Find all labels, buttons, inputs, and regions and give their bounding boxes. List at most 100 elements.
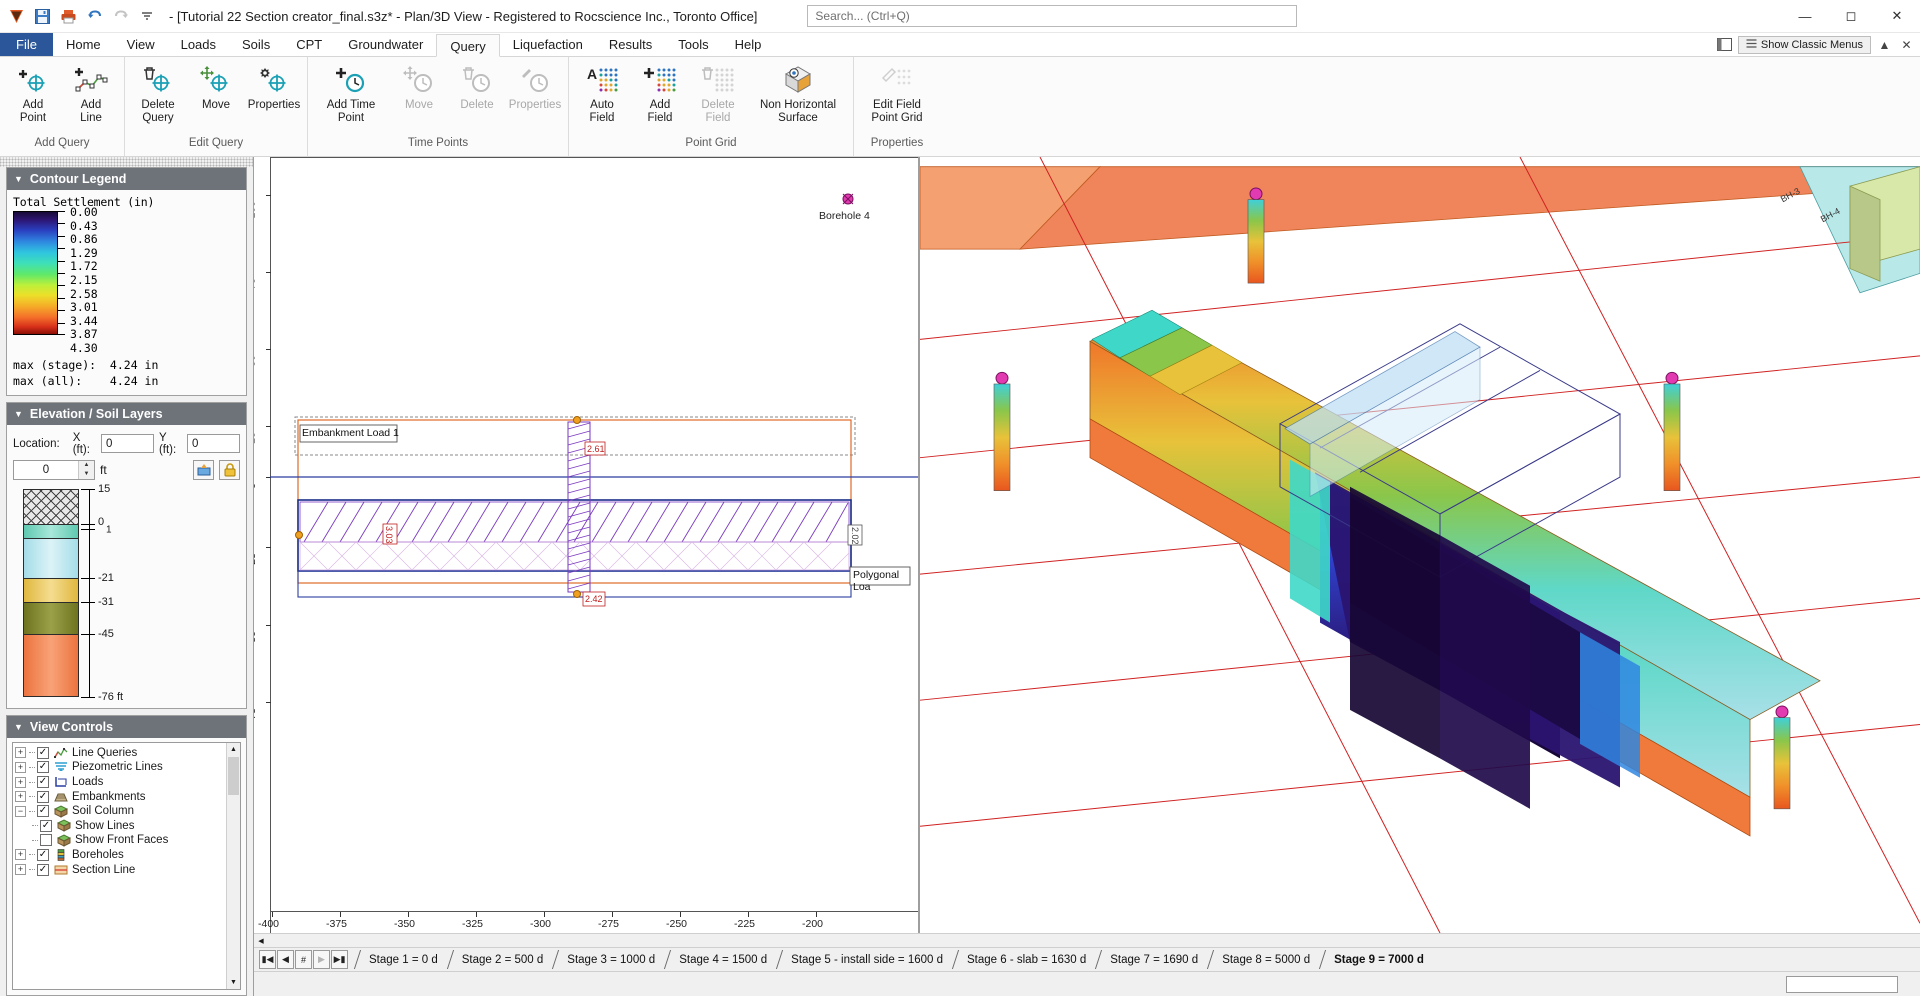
add-field-button[interactable]: AddField [631,61,689,126]
expand-icon[interactable]: + [15,762,26,773]
undo-icon[interactable] [85,7,104,26]
stage-tab-5[interactable]: Stage 5 - install side = 1600 d [777,950,953,969]
tab-loads[interactable]: Loads [168,33,229,56]
view-controls-header[interactable]: ▼ View Controls [7,716,246,738]
stage-tab-3[interactable]: Stage 3 = 1000 d [553,950,665,969]
tree-scrollbar[interactable]: ▲ ▼ [226,743,240,989]
stage-tab-1[interactable]: Stage 1 = 0 d [355,950,448,969]
stepper-up-icon[interactable]: ▲ [79,461,94,470]
panel-gripper[interactable] [0,157,253,167]
print-icon[interactable] [59,7,78,26]
expand-icon[interactable]: + [15,849,26,860]
depth-stepper-arrows[interactable]: ▲ ▼ [78,461,94,479]
search-input[interactable]: Search... (Ctrl+Q) [807,5,1297,27]
checkbox-checked[interactable]: ✓ [37,849,49,861]
x-coordinate-input[interactable]: 0 [101,434,154,453]
elevation-panel-header[interactable]: ▼ Elevation / Soil Layers [7,403,246,425]
tab-home[interactable]: Home [53,33,114,56]
stage-tab-4[interactable]: Stage 4 = 1500 d [665,950,777,969]
tab-query[interactable]: Query [436,34,499,57]
checkbox-checked[interactable]: ✓ [37,791,49,803]
lock-icon[interactable] [219,460,240,480]
tree-item-show-lines[interactable]: ✓ Show Lines [15,819,238,834]
view-controls-tree[interactable]: + ✓ Line Queries + ✓ [12,742,241,990]
tree-item-boreholes[interactable]: + ✓ Boreholes [15,848,238,863]
checkbox-checked[interactable]: ✓ [37,805,49,817]
close-ribbon-icon[interactable]: ✕ [1898,36,1915,53]
tab-file[interactable]: File [0,33,53,56]
move-query-button[interactable]: Move [187,61,245,114]
depth-stepper[interactable]: 0 ▲ ▼ [13,460,95,480]
expand-icon[interactable]: + [15,747,26,758]
collapse-ribbon-icon[interactable]: ▲ [1876,36,1893,53]
stage-tab-9[interactable]: Stage 9 = 7000 d [1320,950,1434,969]
embankment-load-label[interactable]: Embankment Load 1 [302,427,399,439]
expand-icon[interactable]: + [15,864,26,875]
tab-cpt[interactable]: CPT [283,33,335,56]
tree-item-show-front-faces[interactable]: Show Front Faces [15,833,238,848]
tab-soils[interactable]: Soils [229,33,283,56]
tree-item-piezometric-lines[interactable]: + ✓ Piezometric Lines [15,760,238,775]
tree-item-embankments[interactable]: + ✓ Embankments [15,789,238,804]
expand-icon[interactable]: + [15,777,26,788]
y-coordinate-input[interactable]: 0 [187,434,240,453]
show-classic-menus-button[interactable]: Show Classic Menus [1738,36,1871,54]
last-stage-button[interactable]: ▶▮ [331,950,348,969]
save-icon[interactable] [33,7,52,26]
auto-field-button[interactable]: A AutoField [573,61,631,126]
add-line-button[interactable]: AddLine [62,61,120,126]
tab-groundwater[interactable]: Groundwater [335,33,436,56]
contour-legend-header[interactable]: ▼ Contour Legend [7,168,246,190]
ribbon-display-options-icon[interactable] [1716,36,1733,53]
tab-view[interactable]: View [114,33,168,56]
line-query-icon [53,746,68,759]
add-time-point-button[interactable]: Add TimePoint [312,61,390,126]
legend-max-all: max (all): 4.24 in [13,374,240,388]
first-stage-button[interactable]: ▮◀ [259,950,276,969]
stage-number-button[interactable]: # [295,950,312,969]
view-horizontal-scrollbar[interactable]: ◀ [254,933,1920,947]
tree-item-soil-column[interactable]: − ✓ Soil Column [15,804,238,819]
tree-item-loads[interactable]: + ✓ Loads [15,775,238,790]
delete-query-button[interactable]: DeleteQuery [129,61,187,126]
polygonal-load-label[interactable]: Polygonal Loa [853,569,918,593]
checkbox-checked[interactable]: ✓ [37,864,49,876]
maximize-button[interactable]: ◻ [1828,0,1874,33]
checkbox-unchecked[interactable] [40,834,52,846]
tree-item-section-line[interactable]: + ✓ Section Line [15,862,238,877]
minimize-button[interactable]: — [1782,0,1828,33]
stage-tab-6[interactable]: Stage 6 - slab = 1630 d [953,950,1096,969]
status-field[interactable] [1786,976,1898,993]
close-button[interactable]: ✕ [1874,0,1920,33]
stage-tab-2[interactable]: Stage 2 = 500 d [448,950,554,969]
app-logo-icon[interactable] [7,7,26,26]
x-tick-label: -350 [394,918,415,930]
checkbox-checked[interactable]: ✓ [40,820,52,832]
model-3d-view[interactable]: BH-3 BH-4 [920,157,1920,933]
pick-location-icon[interactable] [193,460,214,480]
non-horizontal-surface-button[interactable]: Non HorizontalSurface [747,61,849,126]
collapse-icon[interactable]: − [15,806,26,817]
tab-results[interactable]: Results [596,33,665,56]
checkbox-checked[interactable]: ✓ [37,761,49,773]
tree-item-line-queries[interactable]: + ✓ Line Queries [15,746,238,761]
customize-qat-icon[interactable] [137,7,156,26]
stage-tab-7[interactable]: Stage 7 = 1690 d [1096,950,1208,969]
prev-stage-button[interactable]: ◀ [277,950,294,969]
tab-liquefaction[interactable]: Liquefaction [500,33,596,56]
stepper-down-icon[interactable]: ▼ [79,470,94,479]
expand-icon[interactable]: + [15,791,26,802]
scroll-thumb[interactable] [228,757,239,795]
section-2d-view[interactable]: 100 75 50 25 0 -25 -50 -7 [254,157,920,933]
scroll-down-icon[interactable]: ▼ [227,975,240,989]
tab-help[interactable]: Help [722,33,775,56]
checkbox-checked[interactable]: ✓ [37,776,49,788]
stage-tab-8[interactable]: Stage 8 = 5000 d [1208,950,1320,969]
add-point-button[interactable]: AddPoint [4,61,62,126]
tab-tools[interactable]: Tools [665,33,721,56]
scroll-up-icon[interactable]: ▲ [227,743,240,757]
scroll-left-icon[interactable]: ◀ [254,937,268,945]
delete-query-icon [142,63,174,97]
checkbox-checked[interactable]: ✓ [37,747,49,759]
query-properties-button[interactable]: Properties [245,61,303,114]
